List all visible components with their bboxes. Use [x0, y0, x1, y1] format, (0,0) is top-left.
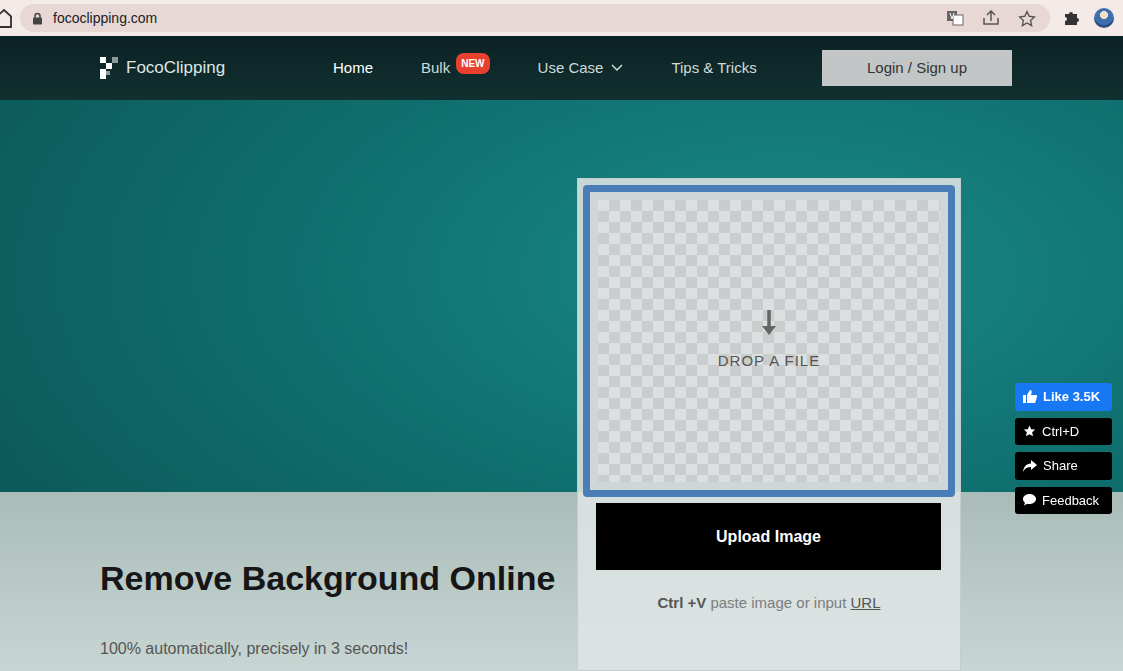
profile-avatar[interactable]	[1094, 8, 1114, 28]
address-bar[interactable]: fococlipping.com	[20, 4, 1050, 32]
hero-text: Remove Background Online 100% automatica…	[0, 100, 577, 671]
brand-logo[interactable]: FocoClipping	[100, 55, 333, 81]
home-icon[interactable]	[0, 0, 12, 36]
nav-label[interactable]: Home	[333, 57, 373, 80]
nav-item-link[interactable]: Tips & Tricks	[671, 57, 756, 80]
site-navbar: FocoClipping HomeBulkNEWUse CaseTips & T…	[0, 36, 1123, 100]
button-label: Share	[1043, 456, 1078, 476]
hero-title: Remove Background Online	[100, 558, 577, 599]
like-count: 3.5K	[1073, 389, 1100, 404]
brand-name[interactable]: FocoClipping	[126, 55, 225, 81]
paste-hint: Ctrl +V paste image or input URL	[583, 592, 955, 615]
button-label: Ctrl+D	[1042, 422, 1079, 442]
bookmark-button[interactable]: Ctrl+D	[1015, 418, 1112, 446]
translate-icon[interactable]	[946, 10, 964, 26]
button-label: Like 3.5K	[1043, 387, 1100, 407]
paste-shortcut: Ctrl +V	[657, 594, 706, 611]
hero-subtitle: 100% automatically, precisely in 3 secon…	[100, 637, 577, 661]
nav-label[interactable]: Tips & Tricks	[671, 57, 756, 80]
lock-icon	[32, 12, 43, 25]
label-text: Feedback	[1042, 493, 1099, 508]
down-arrow-icon	[761, 310, 777, 336]
login-button[interactable]: Login / Sign up	[822, 50, 1012, 86]
nav-item-link[interactable]: Use Case	[538, 57, 624, 80]
button-label: Feedback	[1042, 491, 1099, 511]
share-button[interactable]: Share	[1015, 452, 1112, 480]
chat-bubble-icon	[1023, 494, 1036, 506]
upload-panel: DROP A FILE Upload Image Ctrl +V paste i…	[577, 178, 961, 671]
main-menu: Home BulkNEW Use Case Tips & Tricks	[333, 57, 805, 80]
star-icon	[1023, 425, 1036, 437]
browser-toolbar: fococlipping.com	[0, 0, 1123, 36]
nav-item-link[interactable]: Home	[333, 57, 373, 80]
share-arrow-icon	[1023, 460, 1037, 472]
nav-label[interactable]: Bulk	[421, 57, 450, 80]
new-badge: NEW	[456, 53, 489, 74]
extensions-icon[interactable]	[1062, 9, 1080, 27]
thumbs-up-icon	[1023, 390, 1037, 403]
floating-buttons: Like 3.5K Ctrl+D Share Feedback	[1015, 383, 1112, 514]
label-text: Share	[1043, 458, 1078, 473]
hero-section: Remove Background Online 100% automatica…	[0, 100, 1123, 671]
bookmark-star-icon[interactable]	[1018, 10, 1036, 27]
label-text: Ctrl+D	[1042, 424, 1079, 439]
upload-image-button[interactable]: Upload Image	[596, 503, 941, 570]
drop-zone[interactable]: DROP A FILE	[583, 185, 955, 497]
facebook-button[interactable]: Like 3.5K	[1015, 383, 1112, 411]
nav-item-link[interactable]: BulkNEW	[421, 57, 490, 80]
nav-label[interactable]: Use Case	[538, 57, 604, 80]
feedback-button[interactable]: Feedback	[1015, 487, 1112, 515]
logo-icon	[100, 57, 118, 79]
label-text: Like	[1043, 389, 1069, 404]
url-text[interactable]: fococlipping.com	[53, 8, 157, 29]
paste-text: paste image or input	[710, 594, 846, 611]
share-page-icon[interactable]	[982, 10, 1000, 26]
drop-label: DROP A FILE	[718, 350, 820, 373]
url-link[interactable]: URL	[851, 594, 881, 611]
chevron-down-icon	[611, 64, 623, 72]
